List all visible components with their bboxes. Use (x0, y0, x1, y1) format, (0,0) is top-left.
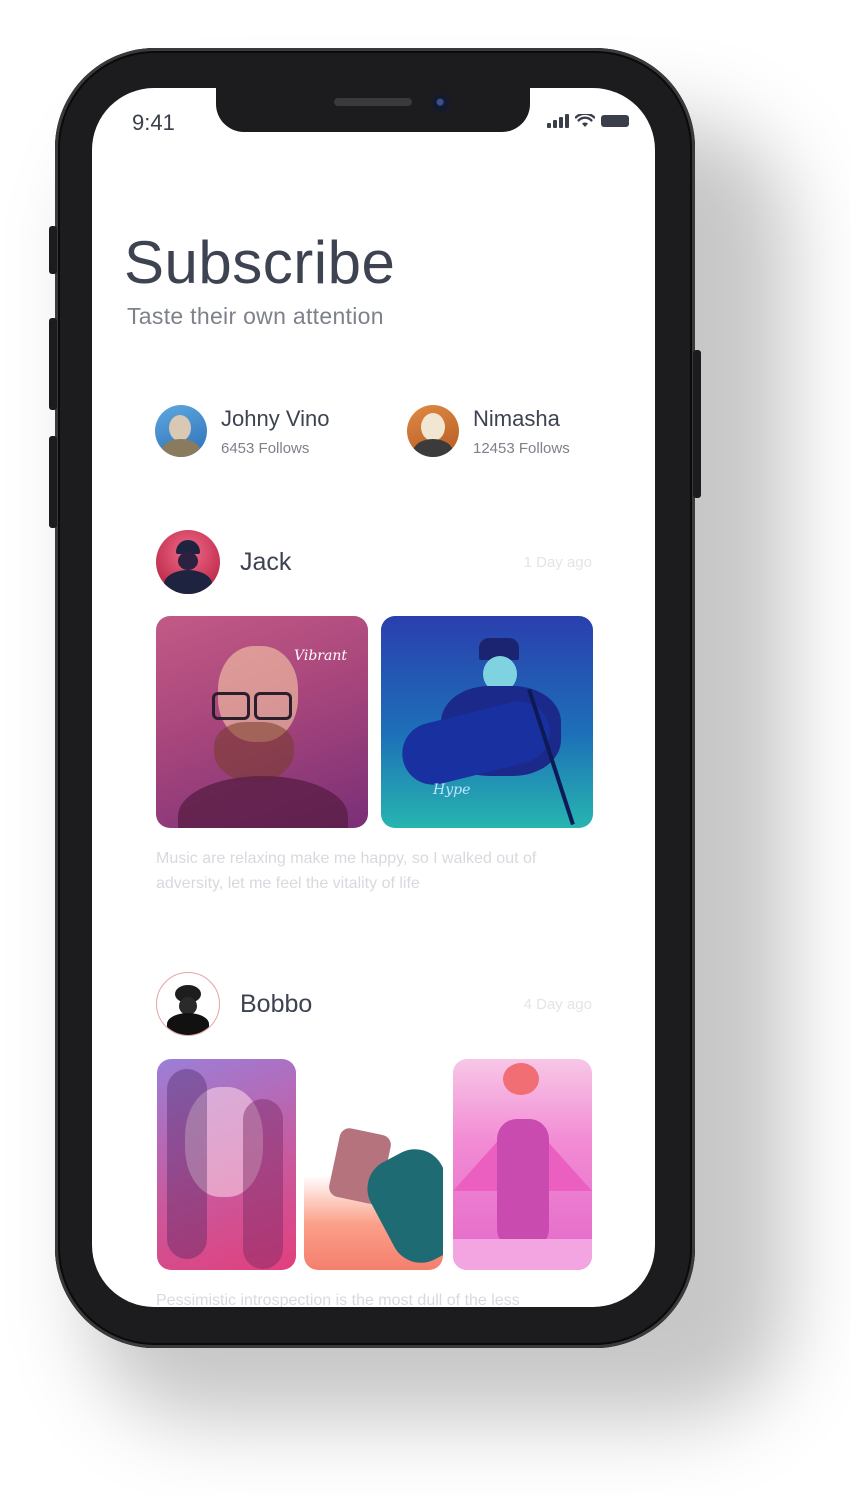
post-author: Bobbo (240, 989, 313, 1018)
image-caption: Vibrant (294, 648, 347, 664)
post-image[interactable] (304, 1059, 443, 1270)
signal-icon (547, 114, 569, 128)
image-caption: Hype (433, 782, 471, 798)
post-image[interactable]: Vibrant (156, 616, 368, 828)
speaker (334, 98, 412, 106)
app-screen: 9:41 Subscribe Taste their own attention… (92, 88, 655, 1307)
post-header: Bobbo 4 Day ago (156, 972, 592, 1036)
post-header: Jack 1 Day ago (156, 530, 592, 594)
post-time: 4 Day ago (523, 995, 592, 1013)
user-follows: 12453 Follows (473, 439, 570, 457)
featured-user-card[interactable]: Nimasha 12453 Follows (407, 405, 570, 457)
post-text: Pessimistic introspection is the most du… (156, 1292, 520, 1307)
page-title: Subscribe (124, 229, 396, 296)
volume-up-button (49, 318, 57, 410)
featured-user-card[interactable]: Johny Vino 6453 Follows (155, 405, 329, 457)
mute-switch (49, 226, 57, 274)
avatar[interactable] (156, 972, 220, 1036)
post-time: 1 Day ago (523, 553, 592, 571)
status-time: 9:41 (132, 110, 175, 135)
power-button (693, 350, 701, 498)
post-image[interactable] (157, 1059, 296, 1270)
status-icons (547, 114, 629, 128)
post-author: Jack (240, 547, 292, 576)
user-follows: 6453 Follows (221, 439, 310, 457)
avatar (155, 405, 207, 457)
post-image[interactable] (453, 1059, 592, 1270)
avatar[interactable] (156, 530, 220, 594)
front-camera (432, 94, 450, 112)
page-subtitle: Taste their own attention (127, 303, 384, 329)
avatar (407, 405, 459, 457)
user-name: Nimasha (473, 405, 560, 431)
wifi-icon (575, 114, 595, 127)
volume-down-button (49, 436, 57, 528)
battery-icon (601, 115, 629, 127)
post-image[interactable]: Hype (381, 616, 593, 828)
post-text: Music are relaxing make me happy, so I w… (156, 850, 537, 892)
user-name: Johny Vino (221, 405, 330, 431)
notch (216, 88, 530, 132)
